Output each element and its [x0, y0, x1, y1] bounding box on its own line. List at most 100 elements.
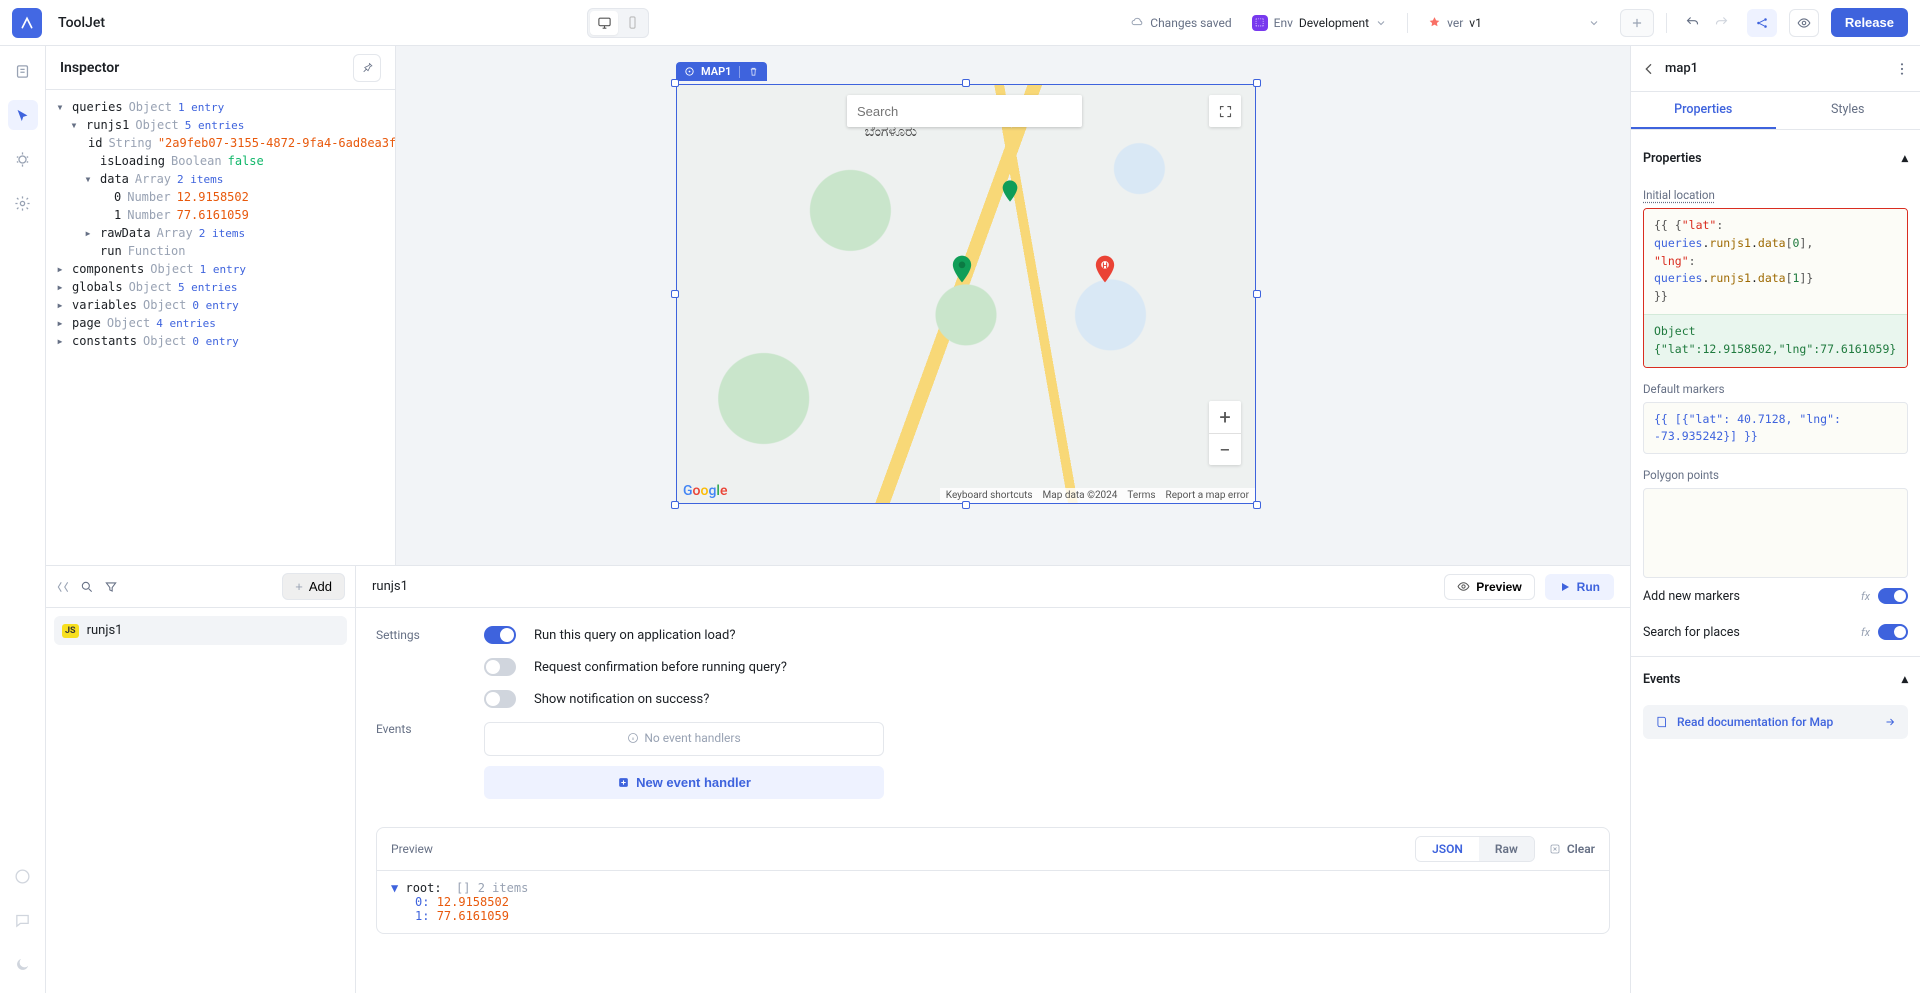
settings-section-label: Settings: [376, 628, 466, 642]
collapse-panel-button[interactable]: [56, 580, 70, 594]
map-marker-green[interactable]: [952, 255, 972, 283]
inspector-tree[interactable]: ▾queries Object 1 entry ▾runjs1 Object 5…: [46, 90, 395, 358]
arrow-right-icon: [1884, 716, 1896, 728]
confirm-before-run-toggle[interactable]: [484, 658, 516, 676]
preview-content[interactable]: ▼ root: [] 2 items 0: 12.9158502 1: 77.6…: [377, 871, 1609, 933]
no-events-placeholder: No event handlers: [484, 722, 884, 756]
add-query-button[interactable]: +Add: [282, 573, 345, 600]
setting-label: Run this query on application load?: [534, 628, 735, 643]
chevron-down-icon: [1375, 17, 1387, 29]
resize-handle[interactable]: [1253, 79, 1261, 87]
environment-selector[interactable]: ⬚ Env Development: [1244, 11, 1395, 35]
fullscreen-button[interactable]: [1209, 95, 1241, 127]
play-icon: [1559, 581, 1571, 593]
resize-handle[interactable]: [671, 501, 679, 509]
redo-button[interactable]: [1714, 15, 1729, 30]
settings-tab[interactable]: [8, 188, 38, 218]
eye-icon: [1457, 580, 1470, 593]
new-event-handler-button[interactable]: New event handler: [484, 766, 884, 799]
run-on-load-toggle[interactable]: [484, 626, 516, 644]
version-selector[interactable]: ver v1: [1420, 12, 1608, 34]
json-tab[interactable]: JSON: [1416, 837, 1479, 861]
moon-icon: [14, 956, 31, 973]
add-version-button[interactable]: [1620, 9, 1654, 37]
device-preview-group: [587, 8, 649, 38]
unpin-button[interactable]: [353, 54, 381, 82]
initial-location-input[interactable]: {{ {"lat": queries.runjs1.data[0], "lng"…: [1643, 208, 1908, 368]
query-list-item[interactable]: JS runjs1: [54, 616, 347, 645]
events-section-header[interactable]: Events ▴: [1643, 663, 1908, 695]
clear-preview-button[interactable]: Clear: [1549, 842, 1595, 856]
pages-tab[interactable]: [8, 56, 38, 86]
map-tiles[interactable]: [677, 85, 1255, 503]
search-queries-button[interactable]: [80, 580, 94, 594]
polygon-points-input[interactable]: [1643, 488, 1908, 578]
share-button[interactable]: [1747, 9, 1777, 37]
documentation-link[interactable]: Read documentation for Map: [1643, 705, 1908, 739]
query-panel: +Add JS runjs1 runjs1 Preview: [46, 566, 1630, 993]
resize-handle[interactable]: [671, 290, 679, 298]
left-rail: [0, 46, 46, 993]
resize-handle[interactable]: [671, 79, 679, 87]
resize-handle[interactable]: [1253, 501, 1261, 509]
active-query-name[interactable]: runjs1: [372, 579, 408, 594]
resize-handle[interactable]: [962, 501, 970, 509]
zoom-controls: + −: [1209, 401, 1241, 465]
release-button[interactable]: Release: [1831, 8, 1908, 37]
preview-format-segmented: JSON Raw: [1415, 836, 1535, 862]
notify-on-success-toggle[interactable]: [484, 690, 516, 708]
inspector-title: Inspector: [60, 60, 119, 76]
mobile-preview-button[interactable]: [618, 11, 646, 35]
map-search-input[interactable]: [847, 95, 1082, 127]
app-logo[interactable]: [12, 8, 42, 38]
undo-button[interactable]: [1685, 15, 1700, 30]
preview-app-button[interactable]: [1789, 9, 1819, 37]
styles-tab[interactable]: Styles: [1776, 92, 1920, 129]
app-name[interactable]: ToolJet: [58, 15, 105, 31]
search-places-toggle[interactable]: [1878, 624, 1908, 640]
properties-section-header[interactable]: Properties ▴: [1643, 142, 1908, 174]
resize-handle[interactable]: [1253, 290, 1261, 298]
plus-square-icon: [617, 776, 630, 789]
back-button[interactable]: [1641, 61, 1657, 77]
map-poi[interactable]: [1002, 180, 1018, 202]
zoom-in-button[interactable]: +: [1209, 401, 1241, 433]
filter-queries-button[interactable]: [104, 580, 118, 594]
book-icon: [1655, 715, 1669, 729]
map-marker-red[interactable]: H: [1095, 255, 1115, 283]
filter-icon: [104, 580, 118, 594]
kebab-icon: [1894, 61, 1910, 77]
desktop-preview-button[interactable]: [590, 11, 618, 35]
component-menu-button[interactable]: [1894, 61, 1910, 77]
help-button[interactable]: [8, 861, 38, 891]
google-logo: Google: [683, 483, 727, 499]
default-markers-label: Default markers: [1643, 382, 1908, 396]
fx-button[interactable]: fx: [1861, 590, 1870, 603]
theme-button[interactable]: [8, 949, 38, 979]
run-query-button[interactable]: Run: [1545, 574, 1614, 600]
add-markers-label: Add new markers: [1643, 589, 1740, 604]
properties-panel: map1 Properties Styles Properties ▴ Init…: [1630, 46, 1920, 993]
pin-icon: [361, 61, 374, 74]
default-markers-input[interactable]: {{ [{"lat": 40.7128, "lng": -73.935242}]…: [1643, 402, 1908, 455]
fx-button[interactable]: fx: [1861, 626, 1870, 639]
gear-icon: [14, 195, 31, 212]
inspector-tab[interactable]: [8, 100, 38, 130]
add-markers-toggle[interactable]: [1878, 588, 1908, 604]
resize-handle[interactable]: [962, 79, 970, 87]
raw-tab[interactable]: Raw: [1479, 837, 1534, 861]
map-widget[interactable]: MAP1 Bengaluru ಬೆಂಗಳೂರು H: [676, 84, 1256, 504]
preview-query-button[interactable]: Preview: [1444, 574, 1534, 600]
undo-redo-group: [1685, 15, 1729, 30]
properties-tab[interactable]: Properties: [1631, 92, 1776, 129]
delete-widget-button[interactable]: [748, 66, 759, 77]
canvas[interactable]: MAP1 Bengaluru ಬೆಂಗಳೂರು H: [396, 46, 1630, 565]
query-preview-panel: Preview JSON Raw Clear ▼ root: []: [376, 827, 1610, 934]
component-name[interactable]: map1: [1665, 61, 1698, 76]
collapse-icon: ▴: [1902, 150, 1908, 166]
comments-button[interactable]: [8, 905, 38, 935]
trash-icon: [748, 66, 759, 77]
save-status: Changes saved: [1131, 16, 1231, 30]
zoom-out-button[interactable]: −: [1209, 433, 1241, 465]
debugger-tab[interactable]: [8, 144, 38, 174]
